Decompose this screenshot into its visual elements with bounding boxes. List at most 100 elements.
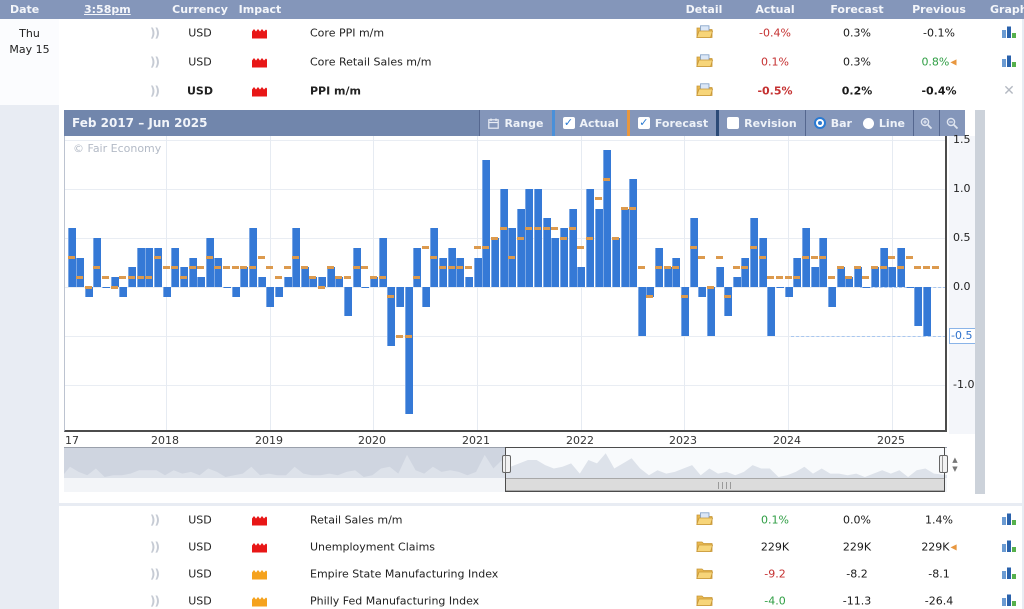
open-graph-button[interactable] — [992, 54, 1024, 70]
forecast-dash — [776, 276, 783, 279]
col-header-date: Date — [10, 3, 39, 16]
audio-alert-icon[interactable]: )) — [150, 26, 159, 40]
impact-icon — [252, 28, 267, 39]
event-title[interactable]: Philly Fed Manufacturing Index — [310, 594, 479, 607]
forecast-dash — [802, 256, 809, 259]
detail-folder-button[interactable] — [683, 25, 725, 41]
forecast-dash — [85, 286, 92, 289]
forecast-dash — [880, 266, 887, 269]
impact-icon — [252, 568, 267, 579]
actual-bar — [811, 267, 819, 287]
checkbox-checked-icon[interactable]: ✓ — [563, 117, 575, 129]
actual-bar — [785, 287, 793, 297]
event-title[interactable]: Core PPI m/m — [310, 27, 384, 40]
graph-icon[interactable] — [1001, 54, 1017, 67]
previous-value: 0.8%◀ — [904, 56, 974, 69]
detail-folder-button[interactable] — [683, 566, 725, 582]
navigator-spinner[interactable]: ▲ ▼ — [949, 456, 961, 476]
forecast-dash — [655, 266, 662, 269]
checkbox-checked-icon[interactable]: ✓ — [638, 117, 650, 129]
forecast-dash — [785, 276, 792, 279]
date-label: May 15 — [0, 43, 59, 56]
detail-folder-button[interactable] — [683, 593, 725, 609]
open-graph-button[interactable] — [992, 566, 1024, 582]
graph-icon[interactable] — [1001, 539, 1017, 552]
actual-bar — [163, 287, 171, 297]
forecast-dash — [828, 276, 835, 279]
navigator-left-handle[interactable] — [502, 455, 511, 473]
event-rows-bottom: ))USDRetail Sales m/m 0.1%0.0%1.4% )) USD… — [59, 506, 1022, 609]
actual-value: 0.1% — [745, 56, 805, 69]
current-time-link[interactable]: 3:58pm — [84, 3, 131, 16]
event-title[interactable]: PPI m/m — [310, 84, 361, 97]
forecast-dash — [932, 266, 939, 269]
actual-bar — [422, 287, 430, 307]
audio-alert-icon[interactable]: )) — [150, 567, 159, 581]
forecast-dash — [629, 207, 636, 210]
forecast-dash — [845, 276, 852, 279]
current-value-tag: -0.5 — [949, 328, 976, 344]
toggle-forecast[interactable]: ✓Forecast — [630, 110, 716, 136]
audio-alert-icon[interactable]: )) — [150, 594, 159, 608]
event-title[interactable]: Empire State Manufacturing Index — [310, 567, 498, 580]
audio-alert-icon[interactable]: )) — [150, 513, 159, 527]
open-graph-button[interactable] — [992, 593, 1024, 609]
event-title[interactable]: Unemployment Claims — [310, 540, 435, 553]
forecast-dash — [664, 266, 671, 269]
forecast-dash — [292, 256, 299, 259]
currency-label: USD — [170, 540, 230, 553]
actual-bar — [621, 209, 629, 287]
audio-alert-icon[interactable]: )) — [150, 540, 159, 554]
col-header-graph: Graph — [990, 3, 1024, 16]
actual-bar — [776, 287, 784, 288]
mode-bar[interactable]: Bar — [831, 117, 852, 130]
actual-bar — [93, 238, 101, 287]
x-tick-label: 17 — [65, 434, 79, 447]
navigator-selection-window[interactable] — [505, 447, 945, 492]
chart-controls: Range✓Actual✓ForecastRevision Bar Line — [479, 110, 965, 136]
forecast-dash — [603, 178, 610, 181]
radio-bar-icon[interactable] — [814, 117, 826, 129]
radio-line-icon[interactable] — [863, 118, 874, 129]
open-graph-button[interactable] — [992, 25, 1024, 41]
toggle-revision[interactable]: Revision — [719, 110, 805, 136]
actual-bar — [638, 287, 646, 336]
navigator-right-handle[interactable] — [939, 455, 948, 473]
zoom-in-button[interactable] — [914, 110, 939, 136]
graph-icon[interactable] — [1001, 566, 1017, 579]
close-graph-button[interactable]: ✕ — [992, 83, 1024, 99]
event-title[interactable]: Retail Sales m/m — [310, 513, 403, 526]
graph-icon[interactable] — [1001, 593, 1017, 606]
y-tick-label: -1.0 — [953, 378, 974, 391]
folder-open-document-icon — [696, 25, 713, 38]
toggle-actual[interactable]: ✓Actual — [555, 110, 627, 136]
graph-icon[interactable] — [1001, 25, 1017, 38]
graph-icon[interactable] — [1001, 512, 1017, 525]
mode-line[interactable]: Line — [879, 117, 905, 130]
detail-folder-button[interactable] — [683, 539, 725, 555]
close-icon[interactable]: ✕ — [1003, 83, 1015, 99]
ppi-chart-panel: Feb 2017 – Jun 2025 Range✓Actual✓Forecas… — [64, 110, 975, 494]
open-graph-button[interactable] — [992, 512, 1024, 528]
open-graph-button[interactable] — [992, 539, 1024, 555]
zoom-out-icon — [946, 117, 959, 130]
actual-bar — [837, 267, 845, 287]
forecast-dash — [733, 266, 740, 269]
spinner-up-icon[interactable]: ▲ — [949, 456, 961, 465]
audio-alert-icon[interactable]: )) — [150, 84, 159, 98]
range-button[interactable]: Range — [480, 110, 551, 136]
forecast-dash — [197, 266, 204, 269]
event-row: ))USDRetail Sales m/m 0.1%0.0%1.4% — [59, 506, 1022, 533]
col-header-impact: Impact — [230, 3, 290, 16]
event-title[interactable]: Core Retail Sales m/m — [310, 56, 431, 69]
detail-folder-button[interactable] — [683, 54, 725, 70]
checkbox-unchecked-icon[interactable] — [727, 117, 739, 129]
date-weekday: Thu — [0, 27, 59, 40]
audio-alert-icon[interactable]: )) — [150, 55, 159, 69]
spinner-down-icon[interactable]: ▼ — [949, 465, 961, 474]
actual-bar — [361, 287, 369, 288]
event-row: ))USDCore PPI m/m -0.4%0.3%-0.1% — [59, 19, 1022, 48]
y-axis: 1.51.00.50.0-1.0-0.5 — [949, 136, 975, 434]
detail-folder-button[interactable] — [683, 83, 725, 99]
detail-folder-button[interactable] — [683, 512, 725, 528]
